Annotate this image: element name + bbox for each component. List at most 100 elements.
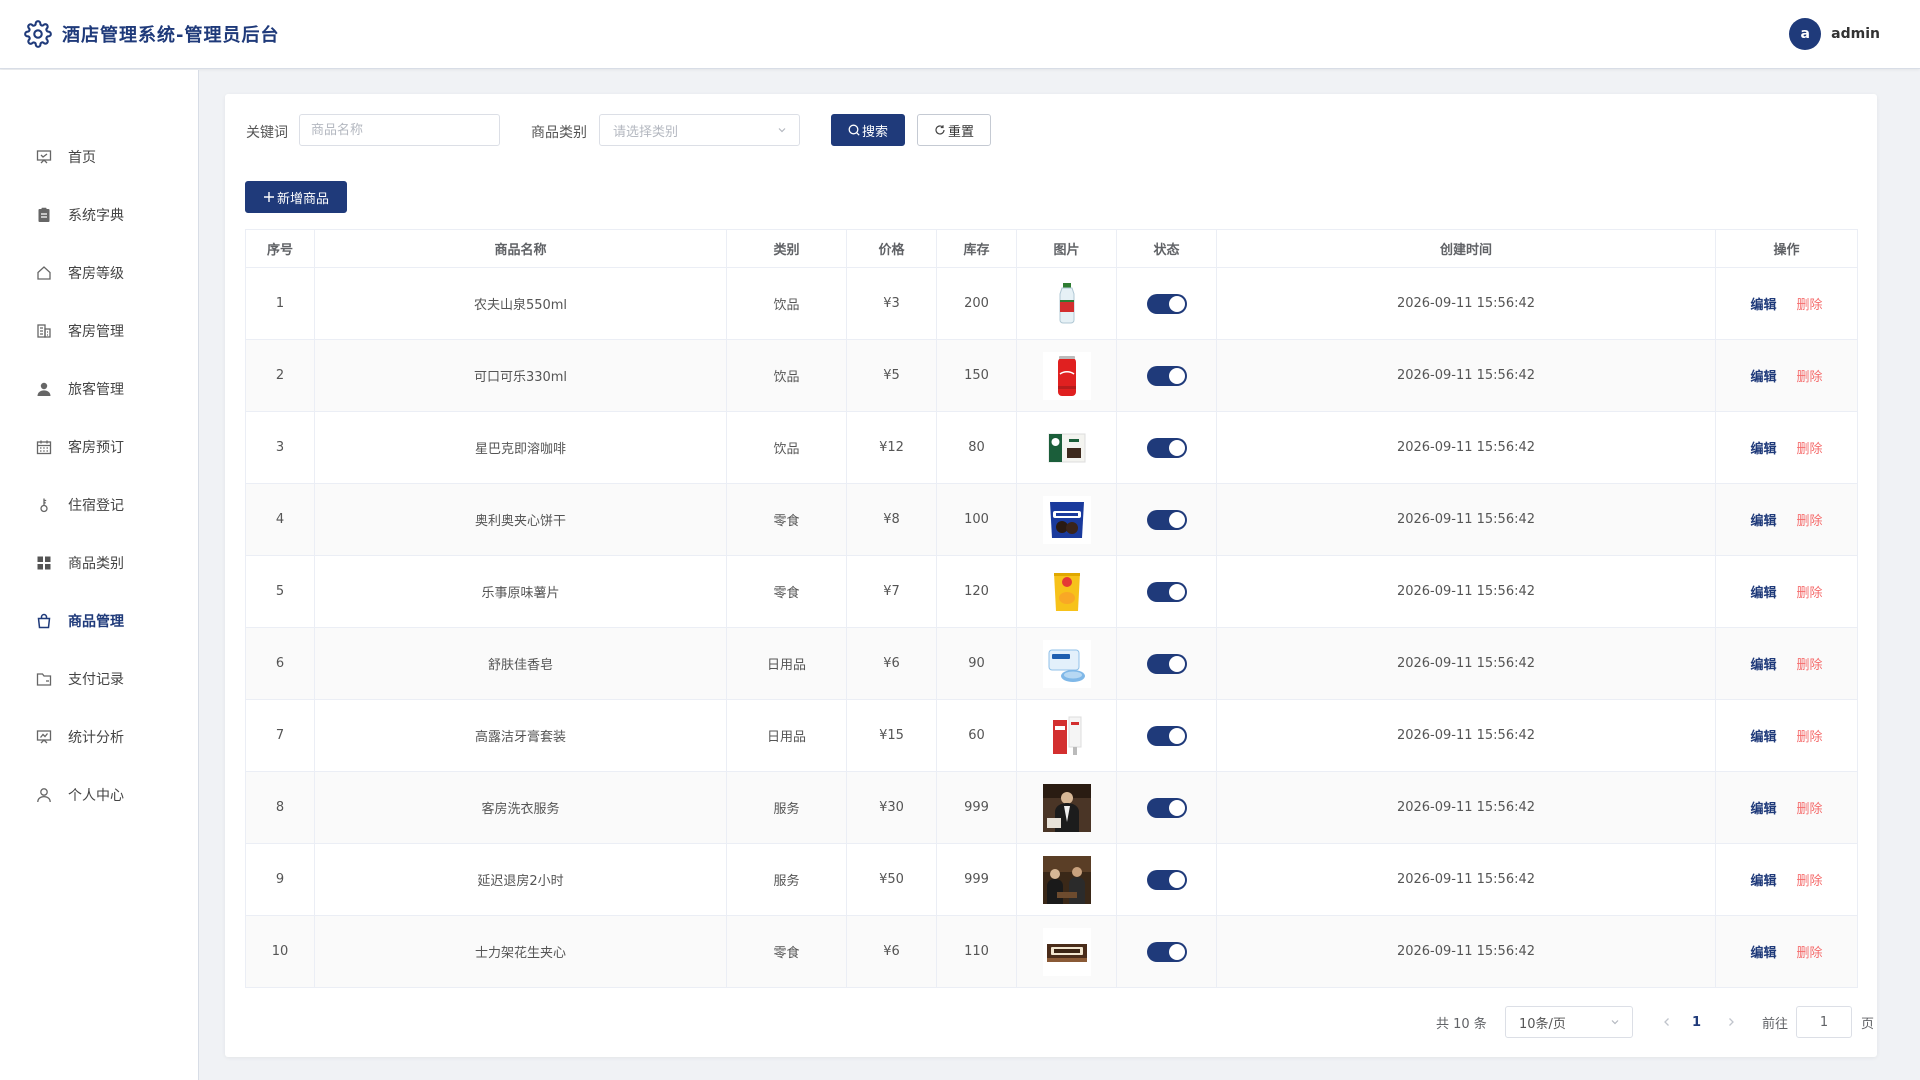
column-header: 序号 (245, 229, 315, 268)
page-size-select[interactable]: 10条/页 (1505, 1006, 1633, 1038)
status-toggle[interactable] (1146, 365, 1187, 386)
dashboard-icon (36, 150, 52, 164)
keyword-input[interactable] (299, 114, 500, 146)
actions-cell: 编辑 删除 (1715, 267, 1858, 340)
water-bottle-image[interactable] (1042, 279, 1091, 328)
cookie-pack-image[interactable] (1042, 495, 1091, 544)
snickers-bar-image[interactable] (1042, 927, 1091, 976)
status-toggle[interactable] (1146, 293, 1187, 314)
goto-label: 前往 (1762, 1016, 1789, 1032)
product-stock: 999 (936, 843, 1017, 916)
sidebar-item-payments[interactable]: 支付记录 (0, 650, 198, 708)
delete-button[interactable]: 删除 (1797, 802, 1823, 817)
product-category: 饮品 (726, 267, 847, 340)
product-stock: 100 (936, 483, 1017, 556)
page-unit-label: 页 (1861, 1016, 1875, 1032)
product-name: 高露洁牙膏套装 (314, 699, 727, 772)
status-toggle[interactable] (1146, 725, 1187, 746)
sidebar-item-dictionary[interactable]: 系统字典 (0, 186, 198, 244)
add-product-button[interactable]: 新增商品 (245, 181, 347, 213)
sidebar-item-rooms[interactable]: 客房管理 (0, 302, 198, 360)
table-row: 5 乐事原味薯片 零食 ¥7 120 2026-09-11 15:56:42 编… (245, 555, 1858, 628)
product-price: ¥50 (846, 843, 937, 916)
product-name: 可口可乐330ml (314, 339, 727, 412)
edit-button[interactable]: 编辑 (1750, 730, 1776, 745)
edit-button[interactable]: 编辑 (1750, 802, 1776, 817)
status-toggle[interactable] (1146, 797, 1187, 818)
checkout-photo-image[interactable] (1042, 855, 1091, 904)
row-number: 5 (245, 555, 315, 628)
sidebar-item-label: 商品管理 (68, 614, 124, 630)
folder-icon (36, 673, 52, 686)
search-button[interactable]: 搜索 (831, 114, 905, 146)
table-row: 8 客房洗衣服务 服务 ¥30 999 2026-09-11 15:56:42 … (245, 771, 1858, 844)
product-category: 零食 (726, 483, 847, 556)
reset-button[interactable]: 重置 (917, 114, 991, 146)
prev-page-icon[interactable] (1661, 1016, 1673, 1028)
product-image-cell (1016, 771, 1117, 844)
table-row: 2 可口可乐330ml 饮品 ¥5 150 2026-09-11 15:56:4… (245, 339, 1858, 412)
sidebar-item-guests[interactable]: 旅客管理 (0, 360, 198, 418)
app-title: 酒店管理系统-管理员后台 (62, 25, 280, 46)
product-category: 饮品 (726, 411, 847, 484)
edit-button[interactable]: 编辑 (1750, 370, 1776, 385)
soap-image[interactable] (1042, 639, 1091, 688)
sidebar-item-profile[interactable]: 个人中心 (0, 766, 198, 824)
product-stock: 999 (936, 771, 1017, 844)
delete-button[interactable]: 删除 (1797, 874, 1823, 889)
coffee-box-image[interactable] (1042, 423, 1091, 472)
edit-button[interactable]: 编辑 (1750, 946, 1776, 961)
status-toggle[interactable] (1146, 581, 1187, 602)
sidebar-item-product-management[interactable]: 商品管理 (0, 592, 198, 650)
delete-button[interactable]: 删除 (1797, 730, 1823, 745)
table-row: 10 士力架花生夹心 零食 ¥6 110 2026-09-11 15:56:42… (245, 915, 1858, 988)
product-stock: 110 (936, 915, 1017, 988)
product-stock: 60 (936, 699, 1017, 772)
status-toggle[interactable] (1146, 509, 1187, 530)
chevron-down-icon (1611, 1020, 1619, 1025)
profile-icon (37, 788, 51, 803)
goto-page-input[interactable] (1796, 1006, 1852, 1038)
delete-button[interactable]: 删除 (1797, 442, 1823, 457)
avatar[interactable]: a (1789, 18, 1822, 50)
key-icon (40, 498, 48, 513)
chart-icon (36, 730, 52, 744)
product-name: 乐事原味薯片 (314, 555, 727, 628)
delete-button[interactable]: 删除 (1797, 946, 1823, 961)
sidebar-item-checkin[interactable]: 住宿登记 (0, 476, 198, 534)
edit-button[interactable]: 编辑 (1750, 298, 1776, 313)
sidebar-item-label: 系统字典 (68, 208, 124, 224)
delete-button[interactable]: 删除 (1797, 298, 1823, 313)
edit-button[interactable]: 编辑 (1750, 514, 1776, 529)
current-page[interactable]: 1 (1692, 1006, 1701, 1038)
status-toggle[interactable] (1146, 653, 1187, 674)
product-image-cell (1016, 339, 1117, 412)
edit-button[interactable]: 编辑 (1750, 442, 1776, 457)
delete-button[interactable]: 删除 (1797, 586, 1823, 601)
sidebar-item-product-category[interactable]: 商品类别 (0, 534, 198, 592)
product-category: 饮品 (726, 339, 847, 412)
sidebar-item-statistics[interactable]: 统计分析 (0, 708, 198, 766)
category-select[interactable]: 请选择类别 (599, 114, 800, 146)
status-toggle[interactable] (1146, 941, 1187, 962)
delete-button[interactable]: 删除 (1797, 658, 1823, 673)
created-time: 2026-09-11 15:56:42 (1216, 843, 1716, 916)
edit-button[interactable]: 编辑 (1750, 874, 1776, 889)
sidebar-item-room-level[interactable]: 客房等级 (0, 244, 198, 302)
delete-button[interactable]: 删除 (1797, 514, 1823, 529)
sidebar-item-booking[interactable]: 客房预订 (0, 418, 198, 476)
edit-button[interactable]: 编辑 (1750, 586, 1776, 601)
status-toggle[interactable] (1146, 437, 1187, 458)
toothpaste-image[interactable] (1042, 711, 1091, 760)
user-menu[interactable]: a admin (1789, 18, 1880, 50)
cola-can-image[interactable] (1042, 351, 1091, 400)
next-page-icon[interactable] (1725, 1016, 1737, 1028)
edit-button[interactable]: 编辑 (1750, 658, 1776, 673)
username[interactable]: admin (1831, 26, 1880, 42)
laundry-photo-image[interactable] (1042, 783, 1091, 832)
delete-button[interactable]: 删除 (1797, 370, 1823, 385)
actions-cell: 编辑 删除 (1715, 843, 1858, 916)
status-toggle[interactable] (1146, 869, 1187, 890)
sidebar-item-home[interactable]: 首页 (0, 128, 198, 186)
chips-bag-image[interactable] (1042, 567, 1091, 616)
